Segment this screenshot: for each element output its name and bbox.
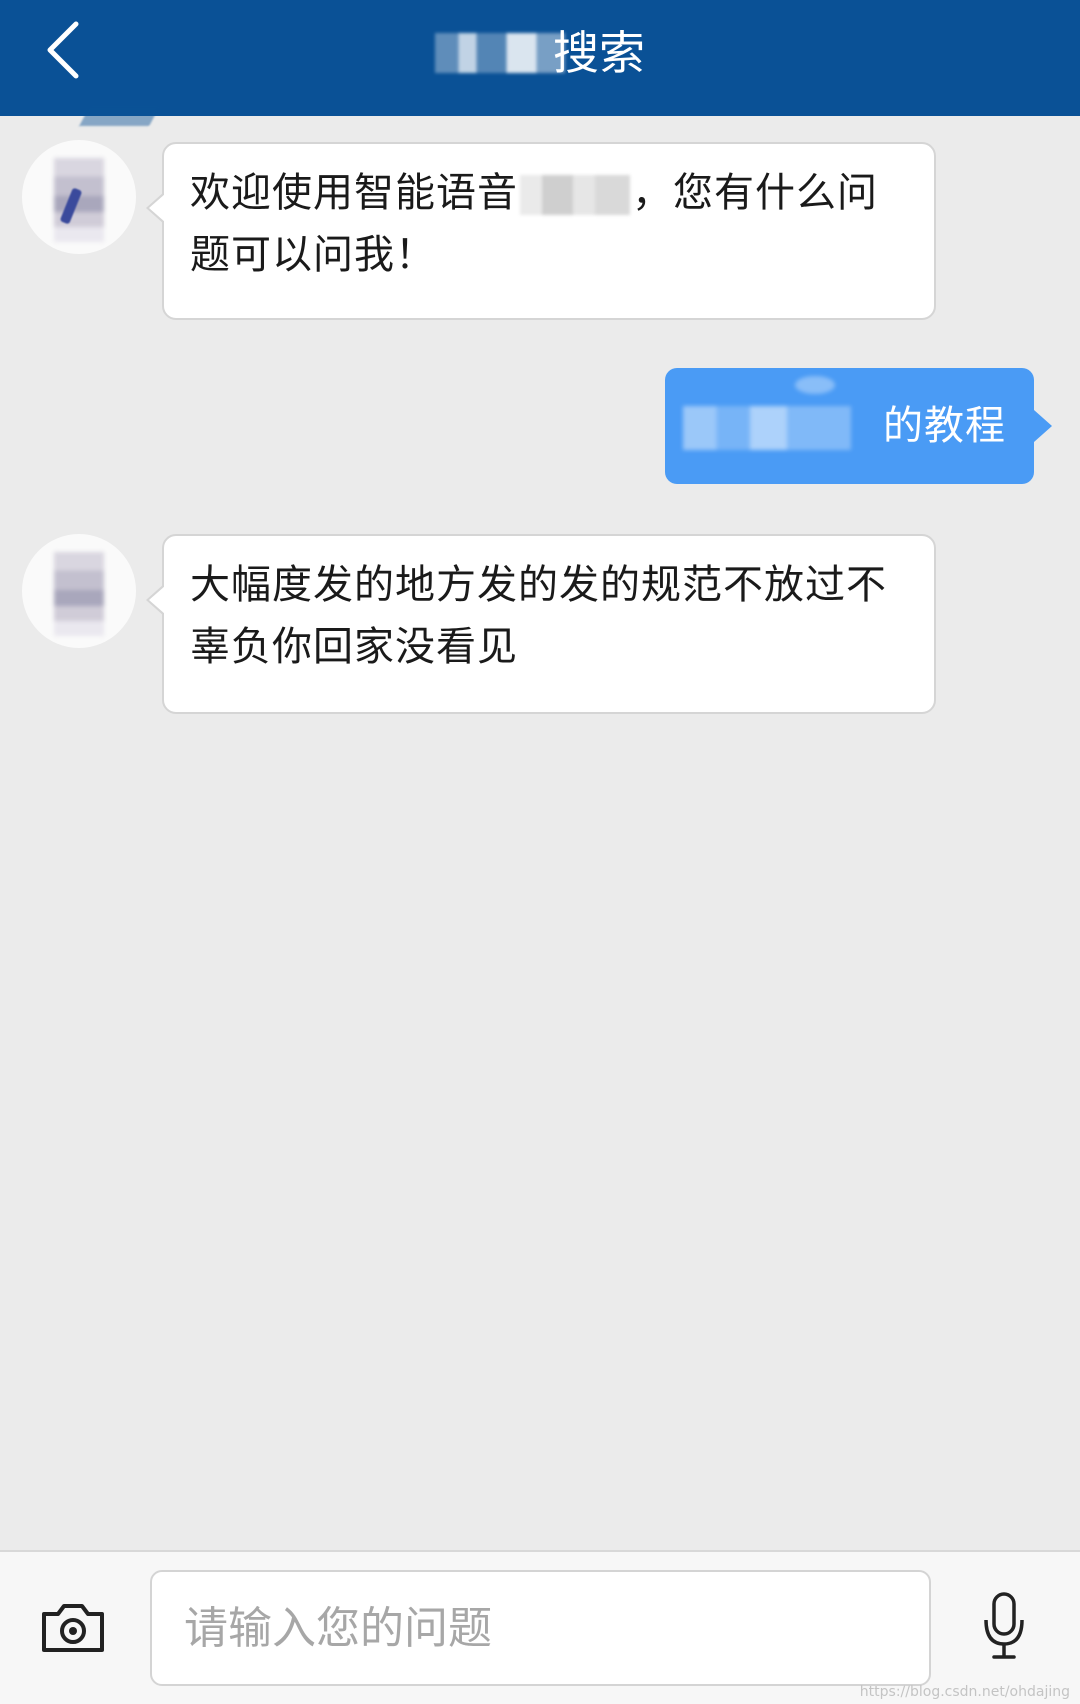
user-message-1-text: 的教程 xyxy=(883,403,1006,449)
microphone-button[interactable] xyxy=(982,1590,1026,1662)
chat-area: 欢迎使用智能语音 ，您有什么问题可以问我！ 的教程 大幅度发的地方发的发的规范不放… xyxy=(0,116,1080,1548)
redacted-user-text-top xyxy=(795,376,835,394)
input-bar: https://blog.csdn.net/ohdajing xyxy=(0,1550,1080,1704)
camera-button[interactable] xyxy=(40,1602,106,1654)
bot-message-2-text: 大幅度发的地方发的发的规范不放过不辜负你回家没看见 xyxy=(190,562,887,670)
user-message-1: 的教程 xyxy=(665,368,1052,484)
page-title: 搜索 xyxy=(0,0,1080,106)
watermark: https://blog.csdn.net/ohdajing xyxy=(859,1684,1070,1700)
microphone-icon xyxy=(984,1592,1024,1659)
bot-avatar xyxy=(22,534,136,648)
redacted-text xyxy=(520,175,630,215)
bot-avatar xyxy=(22,140,136,254)
bot-message-1: 欢迎使用智能语音 ，您有什么问题可以问我！ xyxy=(146,142,936,320)
redacted-title-prefix xyxy=(435,32,565,73)
avatar-mosaic xyxy=(54,552,104,636)
question-input[interactable] xyxy=(150,1570,931,1686)
app-header: 搜索 xyxy=(0,0,1080,116)
bot-message-1-text-a: 欢迎使用智能语音 xyxy=(190,170,518,216)
bot-message-2: 大幅度发的地方发的发的规范不放过不辜负你回家没看见 xyxy=(146,534,936,714)
page-title-text: 搜索 xyxy=(553,26,645,80)
redacted-user-text xyxy=(683,406,851,450)
avatar-mosaic xyxy=(54,158,104,242)
camera-icon xyxy=(42,1604,104,1652)
